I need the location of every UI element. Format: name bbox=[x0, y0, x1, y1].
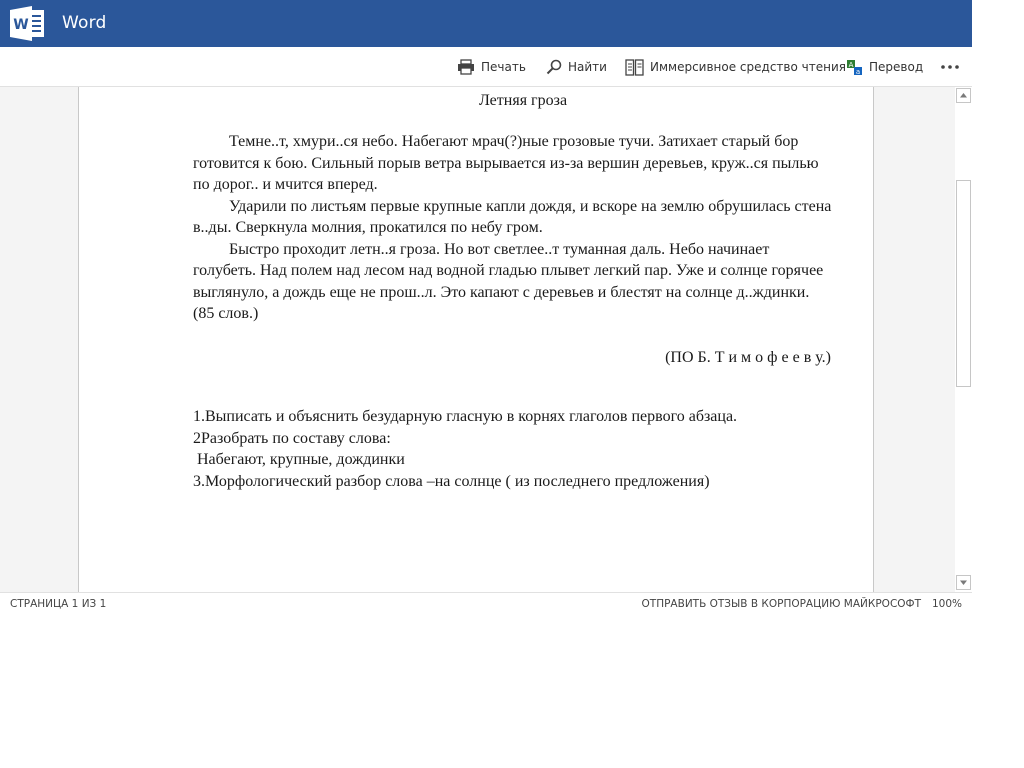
task-item: 3.Морфологический разбор слова –на солнц… bbox=[193, 472, 710, 490]
translate-icon: A a bbox=[847, 59, 862, 76]
print-label: Печать bbox=[481, 60, 526, 74]
triangle-up-icon bbox=[960, 93, 967, 98]
printer-icon bbox=[458, 59, 474, 75]
document-workspace[interactable]: Летняя гроза Темне..т, хмури..ся небо. Н… bbox=[0, 87, 972, 592]
translate-button[interactable]: A a Перевод bbox=[846, 57, 923, 77]
task-item: 1.Выписать и объяснить безударную гласну… bbox=[193, 408, 738, 425]
paragraph: Ударили по листьям первые крупные капли … bbox=[193, 197, 832, 237]
paragraph: Быстро проходит летн..я гроза. Но вот св… bbox=[193, 240, 824, 323]
scroll-up-button[interactable] bbox=[956, 88, 971, 103]
task-list: 1.Выписать и объяснить безударную гласну… bbox=[193, 406, 833, 492]
document-title: Летняя гроза bbox=[478, 92, 568, 109]
task-item: 2Разобрать по составу слова: bbox=[193, 429, 391, 447]
document-page[interactable]: Летняя гроза Темне..т, хмури..ся небо. Н… bbox=[78, 87, 874, 592]
author-signature: (ПО Б. Т и м о ф е е в у.) bbox=[665, 348, 831, 366]
svg-text:W: W bbox=[13, 17, 28, 33]
scroll-down-button[interactable] bbox=[956, 575, 971, 590]
search-icon bbox=[546, 59, 562, 75]
page-counter: СТРАНИЦА 1 ИЗ 1 bbox=[10, 598, 107, 610]
immersive-reader-label: Иммерсивное средство чтения bbox=[650, 60, 846, 74]
scrollbar-thumb[interactable] bbox=[956, 180, 971, 387]
word-logo-icon[interactable]: W bbox=[10, 6, 46, 41]
feedback-link[interactable]: ОТПРАВИТЬ ОТЗЫВ В КОРПОРАЦИЮ МАЙКРОСОФТ bbox=[642, 598, 921, 610]
immersive-reader-icon bbox=[625, 58, 644, 76]
document-body: Летняя гроза Темне..т, хмури..ся небо. Н… bbox=[193, 87, 833, 492]
find-button[interactable]: Найти bbox=[546, 57, 607, 77]
paragraph: Темне..т, хмури..ся небо. Набегают мрач(… bbox=[193, 133, 819, 193]
text-block: Темне..т, хмури..ся небо. Набегают мрач(… bbox=[193, 131, 833, 325]
task-item: Набегают, крупные, дождинки bbox=[193, 451, 405, 468]
triangle-down-icon bbox=[960, 580, 967, 585]
print-button[interactable]: Печать bbox=[457, 57, 526, 77]
translate-label: Перевод bbox=[869, 60, 924, 74]
svg-text:a: a bbox=[856, 68, 860, 76]
zoom-level[interactable]: 100% bbox=[932, 598, 962, 610]
find-label: Найти bbox=[568, 60, 607, 74]
reading-toolbar: Печать Найти Иммерсивное средство чтения… bbox=[0, 47, 972, 87]
svg-text:A: A bbox=[849, 61, 854, 69]
immersive-reader-button[interactable]: Иммерсивное средство чтения bbox=[625, 57, 846, 77]
vertical-scrollbar[interactable] bbox=[955, 87, 972, 592]
app-name: Word bbox=[62, 13, 107, 33]
ellipsis-icon[interactable] bbox=[940, 56, 960, 76]
title-bar: W Word bbox=[0, 0, 972, 47]
status-bar: СТРАНИЦА 1 ИЗ 1 ОТПРАВИТЬ ОТЗЫВ В КОРПОР… bbox=[0, 592, 972, 616]
